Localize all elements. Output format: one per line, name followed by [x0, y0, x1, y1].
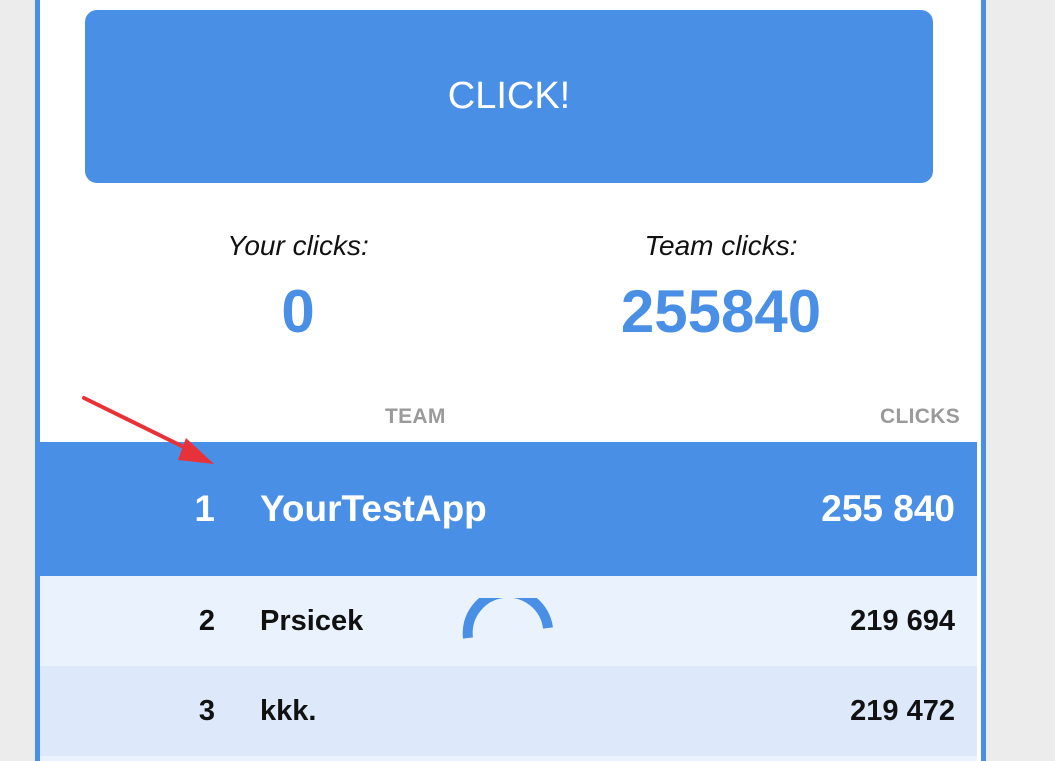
row-click-count: 219 472 [850, 694, 955, 727]
team-clicks-label: Team clicks: [644, 230, 798, 261]
row-rank: 3 [198, 694, 215, 727]
row-click-count: 255 840 [821, 488, 955, 529]
row-click-count: 219 694 [850, 604, 955, 637]
click-button[interactable]: CLICK! [85, 10, 933, 183]
red-arrow-annotation [82, 396, 214, 464]
your-clicks-label: Your clicks: [227, 230, 369, 261]
your-clicks-stat: Your clicks: 0 [148, 228, 448, 344]
leaderboard-row-partial [40, 756, 977, 761]
row-team-name: YourTestApp [260, 488, 487, 529]
leaderboard-row: 3 kkk. 219 472 [40, 666, 977, 756]
clicker-panel: CLICK! Your clicks: 0 Team clicks: 25584… [35, 0, 986, 761]
team-clicks-value: 255840 [620, 278, 822, 345]
clicks-column-header: CLICKS [880, 405, 960, 428]
team-column-header: TEAM [385, 405, 446, 428]
row-rank: 1 [194, 488, 215, 529]
click-button-label: CLICK! [447, 75, 571, 117]
team-clicks-stat: Team clicks: 255840 [571, 228, 871, 344]
loading-spinner-icon [462, 598, 553, 639]
row-rank: 2 [198, 604, 215, 637]
row-team-name: kkk. [260, 694, 317, 727]
your-clicks-value: 0 [281, 278, 315, 345]
row-team-name: Prsicek [260, 604, 364, 637]
